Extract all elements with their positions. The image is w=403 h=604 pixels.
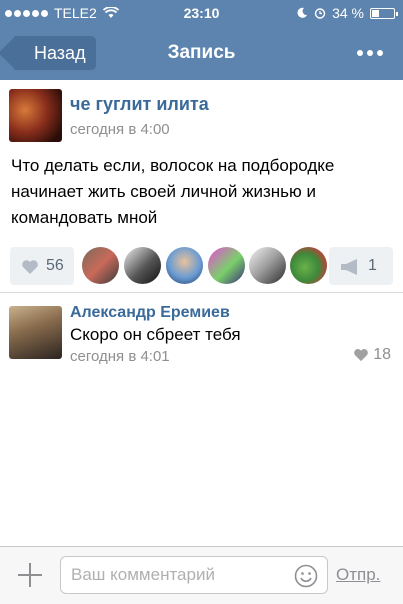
like-count: 56 <box>46 257 64 274</box>
liker-avatar[interactable] <box>208 247 245 284</box>
post-author[interactable]: че гуглит илита <box>70 94 209 115</box>
comment-input[interactable] <box>60 556 328 594</box>
comment-author[interactable]: Александр Еремиев <box>70 304 230 322</box>
divider <box>0 292 403 293</box>
repost-count: 1 <box>368 257 377 274</box>
post-text: Что делать если, волосок на подбородке н… <box>11 156 335 227</box>
megaphone-icon <box>341 259 357 275</box>
avatar[interactable] <box>9 89 62 142</box>
moon-icon <box>297 7 308 18</box>
navigation-bar: TELE2 23:10 34 % Назад Запись <box>0 0 403 80</box>
liker-avatar[interactable] <box>82 247 119 284</box>
comment-composer: Отпр. <box>0 546 403 604</box>
emoji-icon[interactable] <box>294 564 318 588</box>
liker-avatar[interactable] <box>290 247 327 284</box>
comment-like-count: 18 <box>373 346 391 363</box>
comment-avatar[interactable] <box>9 306 62 359</box>
comment-text: Скоро он сбреет тебя <box>70 325 241 344</box>
repost-button[interactable]: 1 <box>329 247 393 285</box>
comment-date: сегодня в 4:01 <box>70 348 170 365</box>
send-button[interactable]: Отпр. <box>336 565 380 585</box>
more-icon[interactable] <box>357 50 383 56</box>
comment-like-button[interactable]: 18 <box>353 346 391 364</box>
post-header: че гуглит илита сегодня в 4:00 <box>0 80 403 150</box>
liker-avatar[interactable] <box>249 247 286 284</box>
status-bar: TELE2 23:10 34 % <box>0 0 403 26</box>
heart-icon <box>354 349 369 362</box>
battery-icon <box>370 7 398 19</box>
battery-percent: 34 % <box>332 5 364 21</box>
attach-plus-icon[interactable] <box>18 563 42 587</box>
likes-bar: 56 1 <box>0 243 403 289</box>
liker-avatar[interactable] <box>124 247 161 284</box>
liker-avatar[interactable] <box>166 247 203 284</box>
heart-icon <box>22 260 38 274</box>
alarm-icon <box>314 8 326 19</box>
like-button[interactable]: 56 <box>10 247 74 285</box>
page-title: Запись <box>167 42 236 63</box>
post-date: сегодня в 4:00 <box>70 121 170 138</box>
